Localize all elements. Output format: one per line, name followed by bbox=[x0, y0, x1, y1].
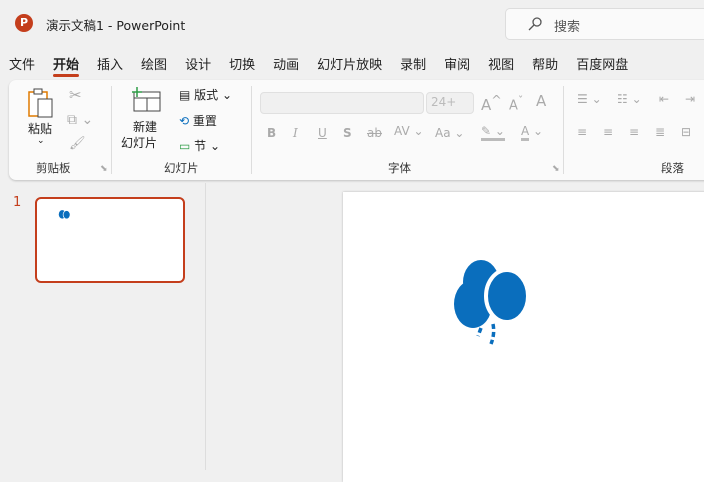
align-right-button[interactable]: ≡ bbox=[629, 125, 639, 139]
tab-transitions[interactable]: 切换 bbox=[220, 54, 264, 78]
balloons-icon[interactable] bbox=[453, 258, 531, 346]
justify-button[interactable]: ≣ bbox=[655, 125, 665, 139]
tab-help[interactable]: 帮助 bbox=[523, 54, 567, 78]
char-spacing-button[interactable]: AV ⌄ bbox=[394, 124, 424, 138]
search-box[interactable]: 搜索 bbox=[505, 8, 704, 40]
search-placeholder: 搜索 bbox=[554, 20, 581, 35]
reset-button[interactable]: ⟲ 重置 bbox=[179, 112, 217, 129]
tab-view[interactable]: 视图 bbox=[479, 54, 523, 78]
layout-button[interactable]: ▤ 版式 ⌄ bbox=[179, 86, 232, 103]
slides-group-label: 幻灯片 bbox=[164, 161, 199, 175]
paste-label: 粘贴 bbox=[28, 122, 53, 136]
font-size-combo[interactable]: 24+ bbox=[426, 92, 474, 114]
strikethrough-button[interactable]: ab bbox=[367, 126, 382, 140]
tab-home[interactable]: 开始 bbox=[44, 54, 88, 78]
decrease-indent-button[interactable]: ⇤ bbox=[659, 92, 669, 106]
italic-button[interactable]: I bbox=[293, 126, 298, 140]
bold-button[interactable]: B bbox=[267, 126, 276, 140]
underline-button[interactable]: U bbox=[318, 126, 327, 140]
font-shrink-icon[interactable]: Aˇ bbox=[509, 94, 523, 113]
distribute-button[interactable]: ⊟ bbox=[681, 125, 691, 139]
new-slide-label: 新建 bbox=[133, 120, 158, 134]
font-launcher-icon[interactable]: ⬊ bbox=[552, 164, 560, 174]
app-logo: P bbox=[15, 14, 33, 32]
font-name-combo[interactable] bbox=[260, 92, 424, 114]
bullets-button[interactable]: ☰ ⌄ bbox=[577, 92, 602, 106]
slide-canvas[interactable] bbox=[343, 192, 704, 482]
increase-indent-button[interactable]: ⇥ bbox=[685, 92, 695, 106]
cut-icon[interactable]: ✂ bbox=[69, 86, 82, 104]
new-slide-label-2: 幻灯片 bbox=[121, 136, 158, 150]
tab-slideshow[interactable]: 幻灯片放映 bbox=[308, 54, 391, 78]
slide-thumbnail[interactable] bbox=[35, 197, 185, 283]
balloons-icon bbox=[58, 210, 71, 220]
clear-format-icon[interactable]: A bbox=[536, 92, 546, 110]
format-painter-icon[interactable]: 🖌 bbox=[69, 136, 86, 151]
search-icon bbox=[528, 17, 542, 31]
tab-record[interactable]: 录制 bbox=[391, 54, 435, 78]
highlight-button[interactable]: ✎ ⌄ bbox=[481, 124, 505, 141]
copy-icon[interactable]: ⧉ ⌄ bbox=[67, 112, 93, 128]
tab-design[interactable]: 设计 bbox=[176, 54, 220, 78]
paste-icon bbox=[28, 88, 53, 118]
clipboard-group-label: 剪贴板 bbox=[36, 161, 71, 175]
align-center-button[interactable]: ≡ bbox=[603, 125, 613, 139]
new-slide-button[interactable]: 新建 幻灯片 bbox=[119, 86, 173, 156]
tab-review[interactable]: 审阅 bbox=[435, 54, 479, 78]
font-color-button[interactable]: A ⌄ bbox=[521, 124, 543, 141]
tab-animations[interactable]: 动画 bbox=[264, 54, 308, 78]
align-left-button[interactable]: ≡ bbox=[577, 125, 587, 139]
tab-draw[interactable]: 绘图 bbox=[132, 54, 176, 78]
tab-insert[interactable]: 插入 bbox=[88, 54, 132, 78]
slide-number: 1 bbox=[13, 195, 22, 210]
window-title: 演示文稿1 - PowerPoint bbox=[46, 18, 186, 33]
numbering-button[interactable]: ☷ ⌄ bbox=[617, 92, 642, 106]
tab-file[interactable]: 文件 bbox=[0, 54, 44, 78]
ribbon: 粘贴 ⌄ ✂ ⧉ ⌄ 🖌 剪贴板 ⬊ 新建 幻灯片 ▤ 版式 ⌄ ⟲ 重置 ▭ … bbox=[9, 80, 704, 180]
font-group-label: 字体 bbox=[388, 161, 411, 175]
new-slide-icon bbox=[132, 87, 161, 112]
font-grow-icon[interactable]: A^ bbox=[481, 92, 502, 114]
ribbon-tabs: 文件 开始 插入 绘图 设计 切换 动画 幻灯片放映 录制 审阅 视图 帮助 百… bbox=[0, 54, 637, 78]
tab-baidu[interactable]: 百度网盘 bbox=[567, 54, 637, 78]
clipboard-launcher-icon[interactable]: ⬊ bbox=[100, 164, 108, 174]
change-case-button[interactable]: Aa ⌄ bbox=[435, 126, 464, 140]
paste-button[interactable]: 粘贴 ⌄ bbox=[25, 86, 61, 150]
shadow-button[interactable]: S bbox=[343, 126, 352, 140]
section-button[interactable]: ▭ 节 ⌄ bbox=[179, 137, 220, 154]
paragraph-group-label: 段落 bbox=[661, 161, 684, 175]
